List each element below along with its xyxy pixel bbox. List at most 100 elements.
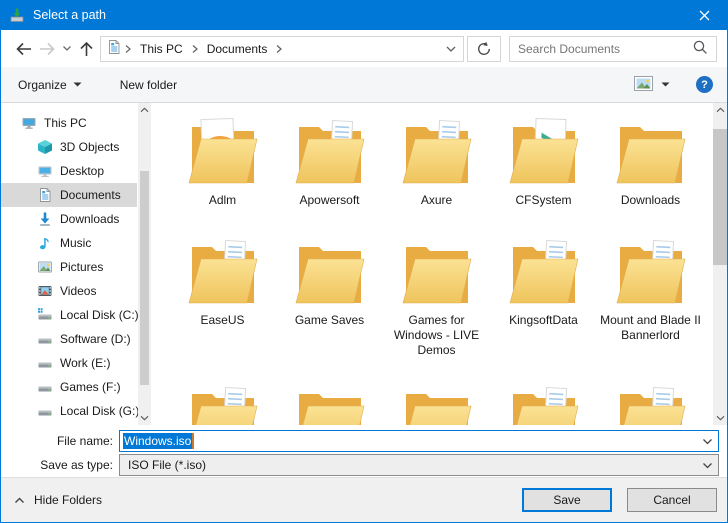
back-button[interactable] xyxy=(11,36,35,62)
sidebar-item-label: 3D Objects xyxy=(60,140,119,154)
folder-axure[interactable]: Axure xyxy=(383,113,490,233)
sidebar-item-work-e[interactable]: Work (E:) xyxy=(1,351,137,375)
folder-icon xyxy=(188,233,258,312)
sidebar-item-label: This PC xyxy=(44,116,87,130)
breadcrumb-chevron-icon[interactable] xyxy=(273,44,285,54)
sidebar-item-label: Videos xyxy=(60,284,96,298)
folder-icon: e xyxy=(188,113,258,192)
folder-label: Adlm xyxy=(209,193,236,208)
folder-icon: VCD xyxy=(509,113,579,192)
hide-folders-label: Hide Folders xyxy=(34,493,102,507)
folder-item[interactable] xyxy=(490,380,597,425)
close-button[interactable] xyxy=(681,0,727,30)
folder-game-saves[interactable]: Game Saves xyxy=(276,233,383,380)
folder-icon xyxy=(616,113,686,192)
thumbnail-view-icon xyxy=(634,76,653,94)
folder-label: CFSystem xyxy=(515,193,571,208)
file-name-label: File name: xyxy=(1,434,119,448)
breadcrumb-chevron-icon[interactable] xyxy=(122,44,134,54)
document-icon xyxy=(106,39,122,58)
up-button[interactable] xyxy=(74,36,98,62)
change-view-button[interactable] xyxy=(634,76,670,94)
forward-button[interactable] xyxy=(35,36,59,62)
cancel-button[interactable]: Cancel xyxy=(627,488,717,512)
dialog-content: This PC3D ObjectsDesktopDocumentsDownloa… xyxy=(1,103,727,425)
folder-item[interactable] xyxy=(597,380,704,425)
folder-games-for-windows-live-demos[interactable]: Games for Windows - LIVE Demos xyxy=(383,233,490,380)
sidebar-scrollbar[interactable] xyxy=(138,103,151,425)
help-button[interactable]: ? xyxy=(696,76,713,93)
scroll-down-icon[interactable] xyxy=(138,411,151,425)
chevron-down-icon xyxy=(661,82,670,87)
sidebar-item-3d-objects[interactable]: 3D Objects xyxy=(1,135,137,159)
folder-item[interactable] xyxy=(276,380,383,425)
sidebar-item-label: Local Disk (C:) xyxy=(60,308,139,322)
save-as-type-select[interactable]: ISO File (*.iso) xyxy=(119,454,719,476)
breadcrumb-item-this-pc[interactable]: This PC xyxy=(134,37,189,61)
breadcrumb-chevron-icon[interactable] xyxy=(189,44,201,54)
file-list-scrollbar[interactable] xyxy=(713,103,727,425)
folder-icon xyxy=(616,233,686,312)
scroll-up-icon[interactable] xyxy=(138,103,151,117)
file-name-dropdown-icon[interactable] xyxy=(697,432,717,450)
refresh-button[interactable] xyxy=(467,36,501,62)
sidebar-item-music[interactable]: Music xyxy=(1,231,137,255)
disk-os-icon xyxy=(37,307,53,323)
folder-icon xyxy=(295,233,365,312)
filename-section: File name: Windows.iso Save as type: ISO… xyxy=(1,425,727,477)
folder-label: KingsoftData xyxy=(509,313,578,328)
sidebar-item-this-pc[interactable]: This PC xyxy=(1,111,137,135)
download-icon xyxy=(37,211,53,227)
search-icon[interactable] xyxy=(692,39,708,58)
chevron-down-icon xyxy=(73,82,82,87)
picture-icon xyxy=(37,259,53,275)
organize-button[interactable]: Organize xyxy=(18,78,82,92)
folder-adlm[interactable]: eAdlm xyxy=(169,113,276,233)
folder-label: Apowersoft xyxy=(299,193,359,208)
save-as-type-dropdown-icon[interactable] xyxy=(697,456,717,474)
file-name-input[interactable]: Windows.iso xyxy=(119,430,719,452)
sidebar-item-games-f[interactable]: Games (F:) xyxy=(1,375,137,399)
file-list-scrollbar-thumb[interactable] xyxy=(713,129,727,265)
folder-downloads[interactable]: Downloads xyxy=(597,113,704,233)
folder-item[interactable] xyxy=(169,380,276,425)
folder-cfsystem[interactable]: VCDCFSystem xyxy=(490,113,597,233)
new-folder-button[interactable]: New folder xyxy=(120,78,177,92)
sidebar-scrollbar-thumb[interactable] xyxy=(140,171,149,385)
sidebar-item-videos[interactable]: Videos xyxy=(1,279,137,303)
folder-icon xyxy=(509,380,579,425)
folder-icon xyxy=(402,113,472,192)
sidebar-item-local-disk-g[interactable]: Local Disk (G:) xyxy=(1,399,137,423)
navigation-bar: This PC Documents Search Documents xyxy=(1,30,727,67)
folder-icon xyxy=(616,380,686,425)
disk-icon xyxy=(37,355,53,371)
breadcrumb-item-documents[interactable]: Documents xyxy=(201,37,274,61)
video-icon xyxy=(37,283,53,299)
folder-easeus[interactable]: EaseUS xyxy=(169,233,276,380)
disk-icon xyxy=(37,403,53,419)
sidebar-item-local-disk-c[interactable]: Local Disk (C:) xyxy=(1,303,137,327)
scroll-down-icon[interactable] xyxy=(713,411,727,425)
folder-label: EaseUS xyxy=(200,313,244,328)
file-list: eAdlmApowersoftAxureVCDCFSystemDownloads… xyxy=(151,103,727,425)
folder-apowersoft[interactable]: Apowersoft xyxy=(276,113,383,233)
sidebar-item-documents[interactable]: Documents xyxy=(1,183,137,207)
search-input[interactable]: Search Documents xyxy=(509,36,717,62)
sidebar-item-desktop[interactable]: Desktop xyxy=(1,159,137,183)
folder-icon xyxy=(295,113,365,192)
scroll-up-icon[interactable] xyxy=(713,103,727,117)
save-as-type-label: Save as type: xyxy=(1,458,119,472)
folder-item[interactable] xyxy=(383,380,490,425)
address-dropdown-button[interactable] xyxy=(439,37,463,61)
folder-mount-and-blade-ii-bannerlord[interactable]: Mount and Blade II Bannerlord xyxy=(597,233,704,380)
sidebar-item-pictures[interactable]: Pictures xyxy=(1,255,137,279)
folder-kingsoftdata[interactable]: KingsoftData xyxy=(490,233,597,380)
recent-locations-button[interactable] xyxy=(59,36,74,62)
disk-icon xyxy=(37,331,53,347)
folder-label: Axure xyxy=(421,193,452,208)
save-button[interactable]: Save xyxy=(522,488,612,512)
sidebar-item-label: Software (D:) xyxy=(60,332,131,346)
sidebar-item-downloads[interactable]: Downloads xyxy=(1,207,137,231)
sidebar-item-software-d[interactable]: Software (D:) xyxy=(1,327,137,351)
hide-folders-button[interactable]: Hide Folders xyxy=(14,493,102,507)
